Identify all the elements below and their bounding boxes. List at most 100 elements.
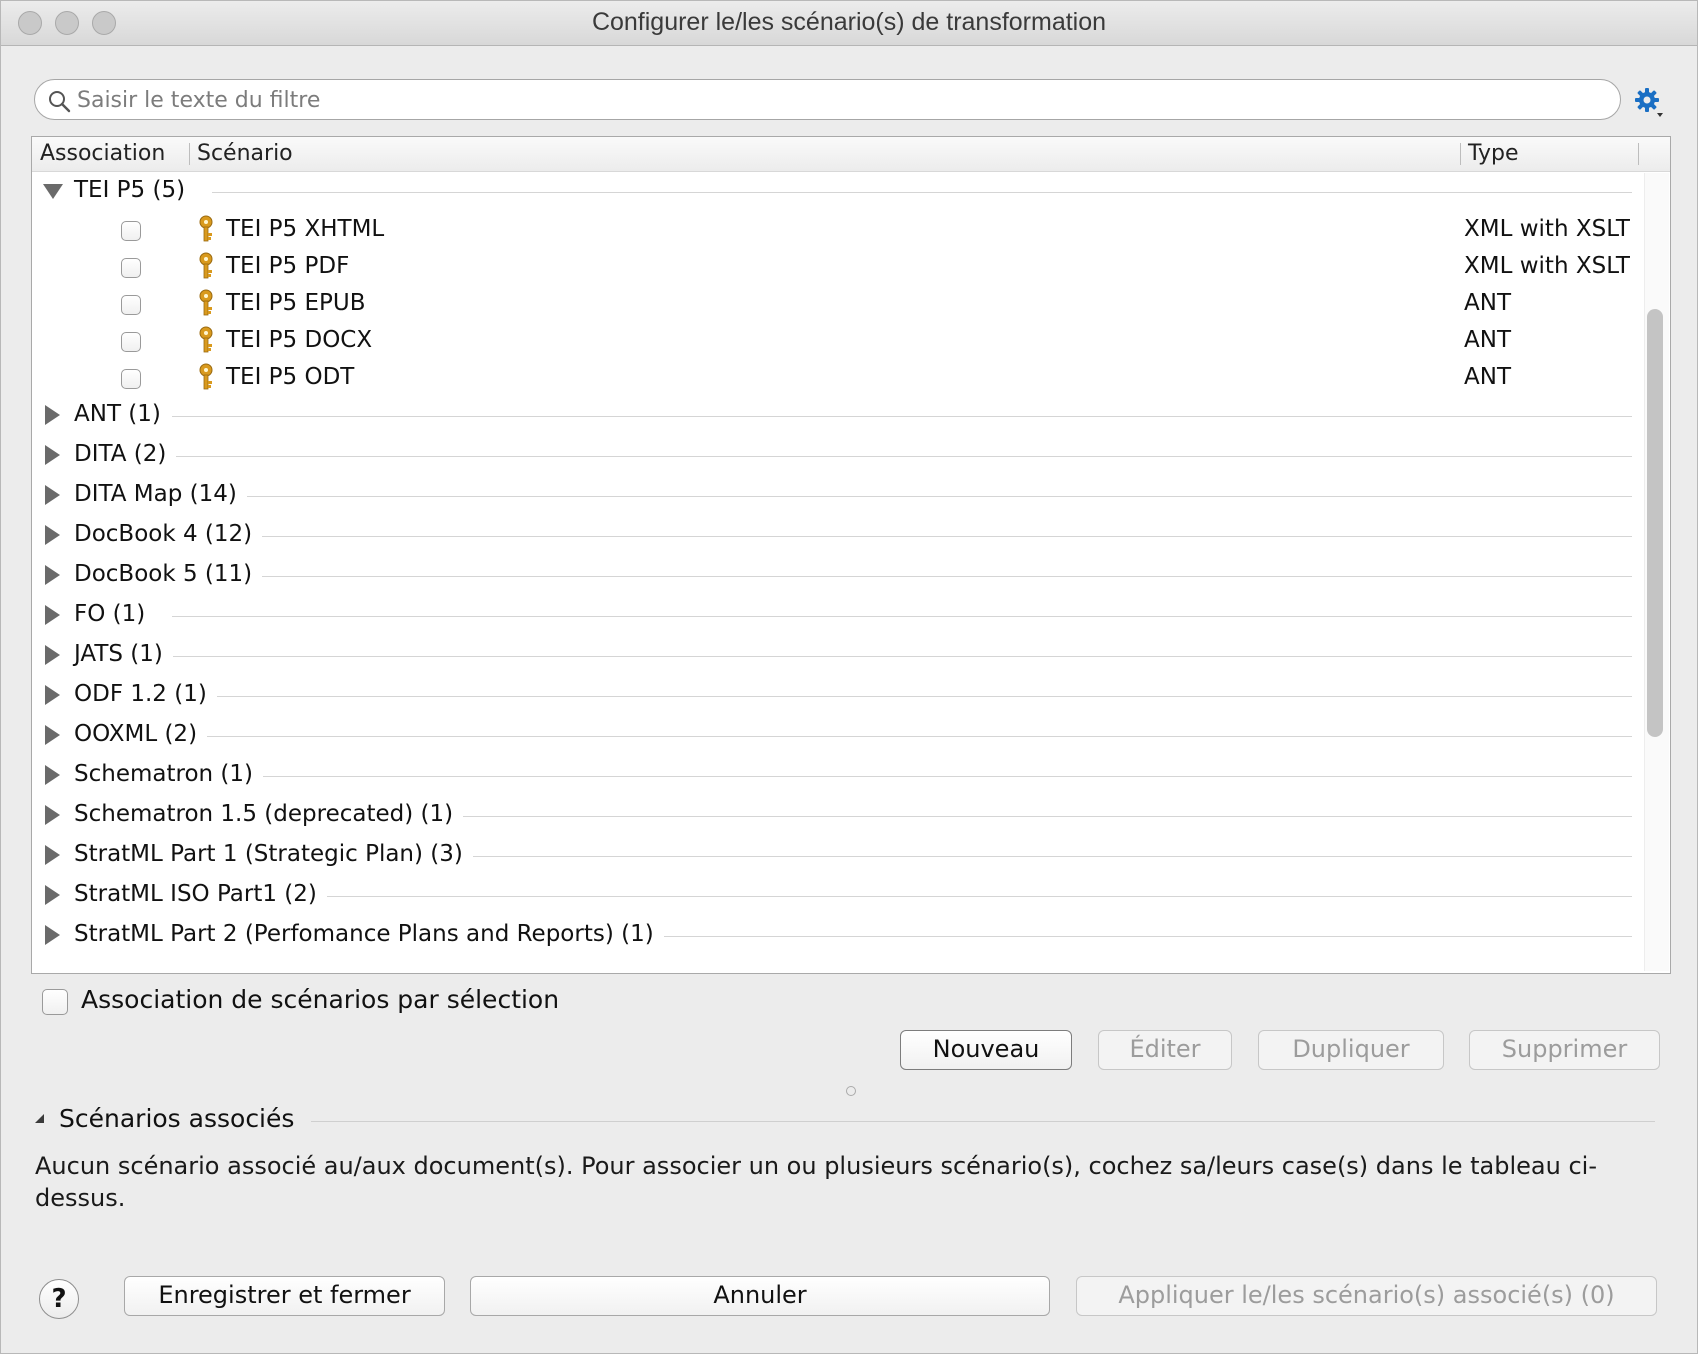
edit-button[interactable]: Éditer	[1098, 1030, 1232, 1070]
window-title: Configurer le/les scénario(s) de transfo…	[591, 8, 1107, 36]
group-row[interactable]: StratML ISO Part1 (2)	[32, 876, 1632, 916]
scenario-row[interactable]: TEI P5 XHTML XML with XSLT	[32, 210, 1632, 250]
gear-icon[interactable]	[1633, 86, 1665, 118]
scenario-type: ANT	[1464, 364, 1511, 390]
new-button[interactable]: Nouveau	[900, 1030, 1072, 1070]
group-label: StratML Part 2 (Perfomance Plans and Rep…	[74, 921, 664, 947]
section-toggle-triangle-icon[interactable]	[35, 1114, 44, 1123]
group-separator-line	[172, 496, 1632, 497]
dialog-window: Configurer le/les scénario(s) de transfo…	[0, 0, 1698, 1354]
group-row[interactable]: Schematron (1)	[32, 756, 1632, 796]
associated-scenarios-title: Scénarios associés	[59, 1104, 309, 1133]
collapsed-triangle-icon[interactable]	[45, 645, 60, 665]
collapsed-triangle-icon[interactable]	[45, 805, 60, 825]
group-label: Schematron (1)	[74, 761, 263, 787]
scenarios-table: Association Scénario Type TEI P5 (5) TEI…	[31, 136, 1671, 974]
group-label: DocBook 4 (12)	[74, 521, 263, 547]
group-separator-line	[172, 616, 1632, 617]
column-header-type[interactable]: Type	[1468, 141, 1519, 166]
key-icon	[199, 326, 213, 353]
group-label: DITA Map (14)	[74, 481, 247, 507]
scenario-row[interactable]: TEI P5 EPUB ANT	[32, 284, 1632, 324]
column-header-scenario[interactable]: Scénario	[197, 141, 293, 166]
collapsed-triangle-icon[interactable]	[45, 485, 60, 505]
column-separator	[1460, 143, 1461, 165]
apply-associated-scenarios-button[interactable]: Appliquer le/les scénario(s) associé(s) …	[1076, 1276, 1657, 1316]
group-row[interactable]: OOXML (2)	[32, 716, 1632, 756]
table-body: TEI P5 (5) TEI P5 XHTML XML with XSLT TE…	[32, 172, 1670, 972]
cancel-button[interactable]: Annuler	[470, 1276, 1050, 1316]
key-icon	[199, 252, 213, 279]
title-bar: Configurer le/les scénario(s) de transfo…	[1, 1, 1697, 46]
group-separator-line	[172, 576, 1632, 577]
table-header: Association Scénario Type	[32, 137, 1670, 172]
group-separator-line	[212, 192, 1632, 193]
group-row[interactable]: ODF 1.2 (1)	[32, 676, 1632, 716]
collapsed-triangle-icon[interactable]	[45, 765, 60, 785]
group-label: StratML Part 1 (Strategic Plan) (3)	[74, 841, 473, 867]
column-separator	[189, 143, 190, 165]
scenario-type: ANT	[1464, 327, 1511, 353]
group-label: JATS (1)	[74, 641, 173, 667]
filter-input[interactable]	[75, 84, 1609, 116]
associated-scenarios-header[interactable]: Scénarios associés	[35, 1104, 1655, 1134]
column-header-association[interactable]: Association	[40, 141, 165, 166]
scenario-association-checkbox[interactable]	[121, 332, 141, 352]
collapsed-triangle-icon[interactable]	[45, 565, 60, 585]
group-separator-line	[172, 456, 1632, 457]
filter-field[interactable]	[34, 79, 1621, 120]
duplicate-button[interactable]: Dupliquer	[1258, 1030, 1444, 1070]
expanded-triangle-icon[interactable]	[43, 184, 63, 199]
scenario-row[interactable]: TEI P5 PDF XML with XSLT	[32, 247, 1632, 287]
delete-button[interactable]: Supprimer	[1469, 1030, 1660, 1070]
splitter-handle[interactable]	[846, 1086, 856, 1096]
collapsed-triangle-icon[interactable]	[45, 885, 60, 905]
key-icon	[199, 363, 213, 390]
group-row[interactable]: StratML Part 1 (Strategic Plan) (3)	[32, 836, 1632, 876]
scenario-name: TEI P5 XHTML	[226, 216, 385, 242]
key-icon	[199, 289, 213, 316]
scenario-type: XML with XSLT	[1464, 216, 1630, 242]
scenario-name: TEI P5 PDF	[226, 253, 350, 279]
column-separator	[1638, 143, 1639, 165]
scenario-association-checkbox[interactable]	[121, 295, 141, 315]
collapsed-triangle-icon[interactable]	[45, 605, 60, 625]
group-row-tei-p5[interactable]: TEI P5 (5)	[32, 172, 1632, 212]
collapsed-triangle-icon[interactable]	[45, 725, 60, 745]
association-by-selection-checkbox[interactable]	[42, 989, 68, 1015]
scenario-association-checkbox[interactable]	[121, 221, 141, 241]
group-row[interactable]: FO (1)	[32, 596, 1632, 636]
group-row[interactable]: ANT (1)	[32, 396, 1632, 436]
scenario-row[interactable]: TEI P5 DOCX ANT	[32, 321, 1632, 361]
save-and-close-button[interactable]: Enregistrer et fermer	[124, 1276, 445, 1316]
group-label: StratML ISO Part1 (2)	[74, 881, 327, 907]
group-row[interactable]: JATS (1)	[32, 636, 1632, 676]
group-row[interactable]: DITA (2)	[32, 436, 1632, 476]
collapsed-triangle-icon[interactable]	[45, 925, 60, 945]
help-button[interactable]: ?	[39, 1279, 79, 1319]
collapsed-triangle-icon[interactable]	[45, 405, 60, 425]
group-separator-line	[172, 776, 1632, 777]
scenario-association-checkbox[interactable]	[121, 369, 141, 389]
group-label: ANT (1)	[74, 401, 171, 427]
scenario-row[interactable]: TEI P5 ODT ANT	[32, 358, 1632, 398]
collapsed-triangle-icon[interactable]	[45, 845, 60, 865]
group-label: TEI P5 (5)	[74, 177, 196, 203]
association-by-selection-label[interactable]: Association de scénarios par sélection	[81, 985, 559, 1014]
search-icon	[49, 91, 71, 113]
group-row[interactable]: DocBook 4 (12)	[32, 516, 1632, 556]
scrollbar-thumb[interactable]	[1647, 309, 1663, 737]
group-row[interactable]: StratML Part 2 (Perfomance Plans and Rep…	[32, 916, 1632, 956]
group-row[interactable]: DocBook 5 (11)	[32, 556, 1632, 596]
collapsed-triangle-icon[interactable]	[45, 445, 60, 465]
group-separator-line	[172, 416, 1632, 417]
collapsed-triangle-icon[interactable]	[45, 685, 60, 705]
collapsed-triangle-icon[interactable]	[45, 525, 60, 545]
group-separator-line	[172, 536, 1632, 537]
group-separator-line	[172, 896, 1632, 897]
group-row[interactable]: DITA Map (14)	[32, 476, 1632, 516]
scenario-name: TEI P5 EPUB	[226, 290, 366, 316]
group-row[interactable]: Schematron 1.5 (deprecated) (1)	[32, 796, 1632, 836]
scenario-association-checkbox[interactable]	[121, 258, 141, 278]
group-label: DocBook 5 (11)	[74, 561, 263, 587]
